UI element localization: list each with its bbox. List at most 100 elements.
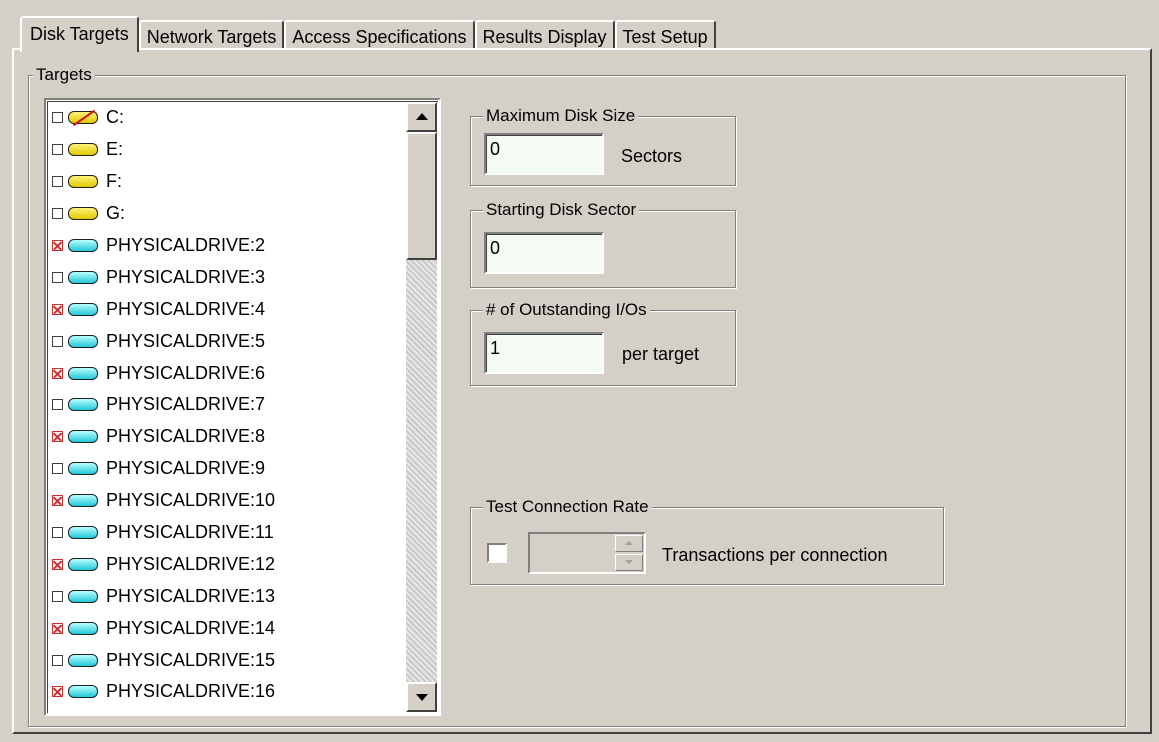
targets-list[interactable]: C: E: F: G: PHYSICALDRIVE:2 PHYSICALDRIVE:3 PH… — [44, 98, 441, 716]
target-item[interactable]: PHYSICALDRIVE:6 — [52, 357, 402, 389]
target-label: PHYSICALDRIVE:16 — [106, 681, 276, 702]
target-label: PHYSICALDRIVE:2 — [106, 235, 266, 255]
target-item[interactable]: PHYSICALDRIVE:10 — [52, 485, 402, 517]
outstanding-ios-input[interactable]: 1 — [484, 332, 604, 374]
target-checkbox[interactable] — [52, 654, 63, 666]
spin-down-icon — [625, 560, 633, 564]
target-checkbox[interactable] — [52, 590, 63, 602]
target-label: E: — [106, 139, 124, 160]
connection-rate-title: Test Connection Rate — [483, 496, 652, 518]
target-checkbox[interactable] — [52, 463, 63, 475]
target-checkbox[interactable] — [52, 303, 63, 315]
target-item[interactable]: PHYSICALDRIVE:7 — [52, 389, 402, 421]
logical-drive-icon — [68, 207, 98, 221]
input-frame — [486, 334, 602, 372]
target-item[interactable]: PHYSICALDRIVE:8 — [52, 421, 402, 453]
starting-sector-title: Starting Disk Sector — [483, 199, 640, 221]
target-item[interactable]: PHYSICALDRIVE:4 — [52, 293, 402, 325]
logical-drive-icon — [68, 143, 98, 157]
physical-drive-icon — [68, 494, 98, 508]
tab-access-specifications[interactable]: Access Specifications — [284, 20, 475, 50]
target-checkbox[interactable] — [52, 495, 63, 507]
target-item[interactable]: PHYSICALDRIVE:11 — [52, 517, 402, 549]
target-checkbox[interactable] — [52, 176, 63, 188]
input-frame — [486, 234, 602, 272]
spin-down-button[interactable] — [615, 554, 643, 571]
target-checkbox[interactable] — [52, 335, 63, 347]
physical-drive-icon — [68, 589, 98, 603]
starting-sector-value: 0 — [490, 238, 501, 258]
target-item[interactable]: PHYSICALDRIVE:2 — [52, 230, 402, 262]
tab-disk-targets[interactable]: Disk Targets — [20, 16, 139, 52]
target-checkbox[interactable] — [52, 144, 63, 156]
physical-drive-icon — [68, 366, 98, 380]
tab-network-targets[interactable]: Network Targets — [138, 20, 285, 50]
target-label: PHYSICALDRIVE:9 — [106, 458, 266, 479]
target-item[interactable]: PHYSICALDRIVE:16 — [52, 676, 402, 708]
target-item[interactable]: PHYSICALDRIVE:12 — [52, 548, 402, 580]
physical-drive-icon — [68, 653, 98, 667]
target-item[interactable]: E: — [52, 134, 402, 166]
logical-drive-disabled-icon — [68, 111, 98, 125]
max-disk-size-title: Maximum Disk Size — [483, 105, 639, 127]
target-label: PHYSICALDRIVE:10 — [106, 490, 276, 511]
arrow-down-icon — [416, 694, 428, 701]
target-label: PHYSICALDRIVE:14 — [106, 617, 276, 638]
target-checkbox[interactable] — [52, 367, 63, 379]
physical-drive-icon — [68, 557, 98, 571]
targets-scrollbar[interactable] — [406, 102, 437, 712]
tab-results-display[interactable]: Results Display — [474, 20, 615, 50]
max-disk-size-unit: Sectors — [621, 146, 683, 166]
target-checkbox[interactable] — [52, 208, 63, 220]
outstanding-ios-title: # of Outstanding I/Os — [483, 299, 650, 321]
target-item[interactable]: F: — [52, 166, 402, 198]
target-checkbox[interactable] — [52, 240, 63, 251]
target-item[interactable]: PHYSICALDRIVE:14 — [52, 612, 402, 644]
target-label: PHYSICALDRIVE:5 — [106, 330, 266, 351]
input-frame — [486, 135, 602, 173]
target-checkbox[interactable] — [52, 558, 63, 570]
target-label: PHYSICALDRIVE:6 — [106, 362, 266, 383]
arrow-up-icon — [416, 113, 428, 120]
max-disk-size-input[interactable]: 0 — [484, 133, 604, 175]
target-label: PHYSICALDRIVE:13 — [106, 585, 276, 606]
scroll-thumb[interactable] — [406, 132, 437, 260]
target-label: PHYSICALDRIVE:17 — [106, 713, 275, 714]
physical-drive-icon — [68, 462, 98, 476]
physical-drive-icon — [68, 270, 98, 284]
target-item[interactable]: C: — [52, 102, 402, 134]
target-checkbox[interactable] — [52, 271, 63, 283]
target-label: PHYSICALDRIVE:7 — [106, 394, 266, 415]
target-checkbox[interactable] — [52, 431, 63, 443]
target-checkbox[interactable] — [52, 622, 63, 634]
target-checkbox[interactable] — [52, 112, 63, 124]
target-checkbox[interactable] — [52, 527, 63, 539]
target-label: PHYSICALDRIVE:12 — [106, 553, 276, 574]
scroll-down-button[interactable] — [406, 682, 437, 712]
tab-strip: Disk Targets Network Targets Access Spec… — [20, 12, 716, 52]
max-disk-size-value: 0 — [490, 139, 501, 159]
physical-drive-icon — [68, 685, 98, 699]
connection-rate-checkbox[interactable] — [487, 543, 507, 563]
connection-rate-spinner — [528, 532, 646, 574]
target-label: PHYSICALDRIVE:15 — [106, 649, 276, 670]
target-item[interactable]: G: — [52, 198, 402, 230]
spin-up-button[interactable] — [615, 535, 643, 552]
physical-drive-icon — [68, 621, 98, 635]
target-label: PHYSICALDRIVE:4 — [106, 298, 266, 319]
target-item[interactable]: PHYSICALDRIVE:5 — [52, 325, 402, 357]
spin-up-icon — [625, 541, 633, 545]
target-label: G: — [106, 203, 126, 224]
target-label: PHYSICALDRIVE:11 — [106, 522, 274, 543]
target-item[interactable]: PHYSICALDRIVE:15 — [52, 644, 402, 676]
target-item[interactable]: PHYSICALDRIVE:9 — [52, 453, 402, 485]
target-item[interactable]: PHYSICALDRIVE:17 — [52, 708, 402, 714]
target-item[interactable]: PHYSICALDRIVE:13 — [52, 580, 402, 612]
target-item[interactable]: PHYSICALDRIVE:3 — [52, 261, 402, 293]
scroll-up-button[interactable] — [406, 102, 437, 132]
starting-sector-input[interactable]: 0 — [484, 232, 604, 274]
tab-test-setup[interactable]: Test Setup — [614, 20, 716, 50]
target-checkbox[interactable] — [52, 686, 63, 698]
target-label: C: — [106, 107, 124, 128]
target-checkbox[interactable] — [52, 399, 63, 411]
